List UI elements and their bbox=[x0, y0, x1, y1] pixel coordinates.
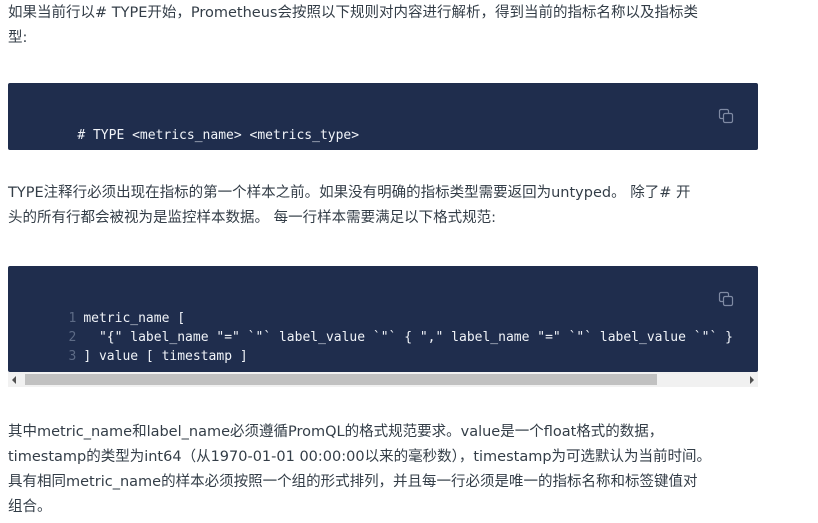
scroll-left-arrow-icon[interactable] bbox=[12, 376, 16, 384]
scroll-right-arrow-icon[interactable] bbox=[750, 376, 754, 384]
code-line-2: 2 "{" label_name "=" `"` label_value `"`… bbox=[8, 309, 732, 345]
horizontal-scrollbar[interactable] bbox=[8, 372, 758, 387]
paragraph-line: 型: bbox=[8, 30, 28, 46]
copy-icon[interactable] bbox=[718, 291, 734, 307]
copy-icon[interactable] bbox=[718, 108, 734, 124]
code-text: # TYPE <metrics_name> <metrics_type> bbox=[77, 128, 360, 143]
paragraph-line: TYPE注释行必须出现在指标的第一个样本之前。如果没有明确的指标类型需要返回为u… bbox=[8, 185, 691, 201]
paragraph-naming-rules: 其中metric_name和label_name必须遵循PromQL的格式规范要… bbox=[8, 420, 768, 520]
code-line-1: 1 metric_name [ bbox=[8, 290, 185, 326]
code-block-type: # TYPE <metrics_name> <metrics_type> bbox=[8, 83, 758, 150]
paragraph-sample-format: TYPE注释行必须出现在指标的第一个样本之前。如果没有明确的指标类型需要返回为u… bbox=[8, 181, 768, 231]
code-line-3: 3 ] value [ timestamp ] bbox=[8, 328, 247, 364]
paragraph-line: 如果当前行以# TYPE开始，Prometheus会按照以下规则对内容进行解析，… bbox=[8, 5, 698, 21]
code-block-sample-format: 1 metric_name [ 2 "{" label_name "=" `"` … bbox=[8, 266, 758, 372]
paragraph-line: 组合。 bbox=[8, 499, 52, 515]
scrollbar-thumb[interactable] bbox=[25, 374, 657, 385]
line-number: 3 bbox=[68, 349, 77, 364]
paragraph-line: 其中metric_name和label_name必须遵循PromQL的格式规范要… bbox=[8, 424, 664, 440]
paragraph-line: 具有相同metric_name的样本必须按照一个组的形式排列，并且每一行必须是唯… bbox=[8, 474, 698, 490]
code-line: # TYPE <metrics_name> <metrics_type> bbox=[46, 107, 359, 143]
paragraph-line: timestamp的类型为int64（从1970-01-01 00:00:00以… bbox=[8, 449, 712, 465]
paragraph-type-intro: 如果当前行以# TYPE开始，Prometheus会按照以下规则对内容进行解析，… bbox=[8, 1, 768, 51]
paragraph-line: 头的所有行都会被视为是监控样本数据。 每一行样本需要满足以下格式规范: bbox=[8, 210, 496, 226]
code-text: ] value [ timestamp ] bbox=[83, 349, 248, 364]
